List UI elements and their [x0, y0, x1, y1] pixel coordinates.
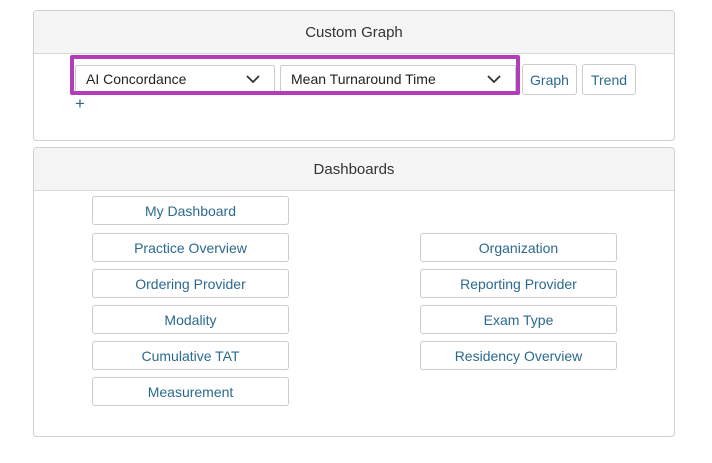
- dashboards-header: Dashboards: [34, 148, 674, 191]
- modality-button[interactable]: Modality: [92, 305, 289, 334]
- dashboards-panel: Dashboards My Dashboard Practice Overvie…: [33, 147, 675, 437]
- measurement-button[interactable]: Measurement: [92, 377, 289, 406]
- organization-button[interactable]: Organization: [420, 233, 617, 262]
- ordering-provider-button[interactable]: Ordering Provider: [92, 269, 289, 298]
- residency-overview-button[interactable]: Residency Overview: [420, 341, 617, 370]
- chevron-down-icon: [246, 75, 260, 84]
- cumulative-tat-button[interactable]: Cumulative TAT: [92, 341, 289, 370]
- practice-overview-button[interactable]: Practice Overview: [92, 233, 289, 262]
- metric-category-select[interactable]: AI Concordance: [75, 65, 275, 93]
- trend-button[interactable]: Trend: [582, 64, 636, 95]
- metric-select[interactable]: Mean Turnaround Time: [280, 65, 516, 93]
- reporting-provider-button[interactable]: Reporting Provider: [420, 269, 617, 298]
- dashboards-title: Dashboards: [313, 160, 395, 178]
- exam-type-button[interactable]: Exam Type: [420, 305, 617, 334]
- metric-selected-value: Mean Turnaround Time: [291, 71, 436, 87]
- custom-graph-header: Custom Graph: [34, 11, 674, 54]
- graph-button[interactable]: Graph: [522, 64, 577, 95]
- custom-graph-title: Custom Graph: [305, 23, 403, 41]
- plus-icon[interactable]: +: [75, 95, 85, 112]
- my-dashboard-button[interactable]: My Dashboard: [92, 196, 289, 225]
- custom-graph-panel: Custom Graph AI Concordance Mean Turnaro…: [33, 10, 675, 141]
- chevron-down-icon: [487, 75, 501, 84]
- metric-category-selected-value: AI Concordance: [86, 71, 187, 87]
